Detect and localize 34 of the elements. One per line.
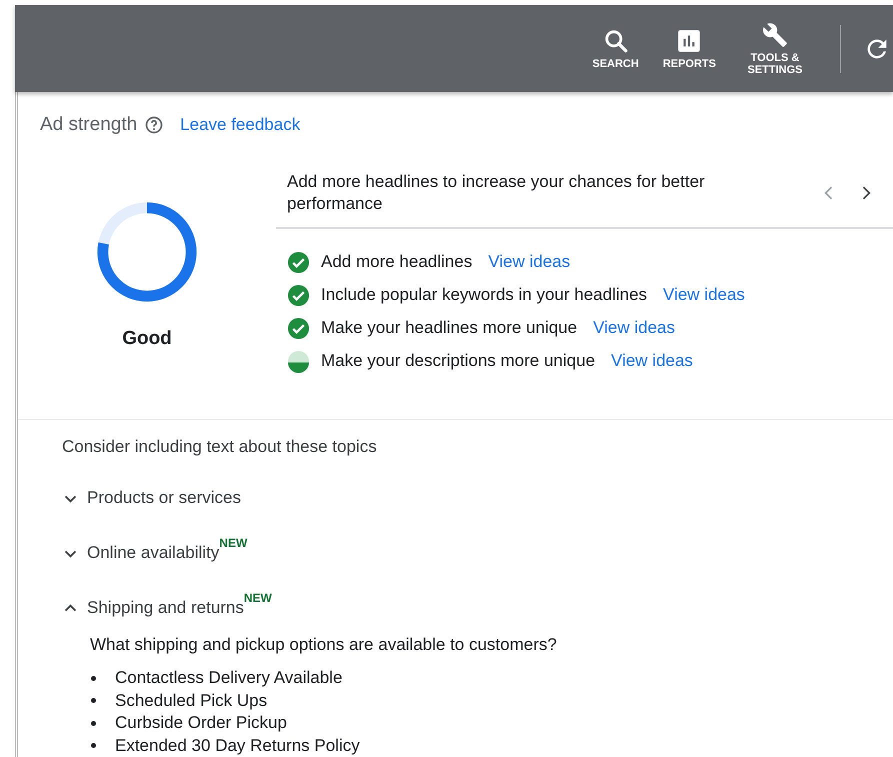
toolbar-button[interactable]: SEARCH [580,28,651,70]
new-label: NEW [219,536,248,550]
toolbar-button[interactable]: TOOLS & SETTINGS [728,22,822,76]
strength-rating: Good [122,328,172,350]
view-ideas-link[interactable]: View ideas [611,351,693,371]
view-ideas-link[interactable]: View ideas [488,252,570,272]
bar-chart-icon [676,28,702,54]
checklist-text: Include popular keywords in your headlines [321,285,648,305]
topic-title[interactable]: Online availability [87,543,220,563]
topic-question: What shipping and pickup options are available to customers? [90,635,558,655]
bullet-icon [91,720,96,726]
bullet-text: Extended 30 Day Returns Policy [115,734,360,756]
feedback-link[interactable]: Leave feedback [180,115,300,135]
bullet-text: Scheduled Pick Ups [115,690,268,712]
search-icon [602,28,629,54]
bullet-text: Contactless Delivery Available [115,667,342,689]
checklist-text: Add more headlines [321,252,472,272]
checklist-text: Make your headlines more unique [321,318,578,338]
view-ideas-link[interactable]: View ideas [593,318,676,338]
new-label: NEW [244,591,272,605]
checklist-text: Make your descriptions more unique [321,351,596,371]
bullet-text: Curbside Order Pickup [115,712,287,734]
help-icon[interactable] [144,115,164,135]
bullet-icon [91,698,96,704]
section-title: Ad strength [40,114,138,136]
suggestion-text: Add more headlines to increase your chances for better performance [287,171,706,215]
topics-intro: Consider including text about these topics [62,437,378,457]
bullet-icon [91,743,96,748]
wrench-icon [762,22,788,48]
view-ideas-link[interactable]: View ideas [663,285,745,305]
toolbar-button[interactable]: REPORTS [650,28,728,70]
topic-title[interactable]: Products or services [87,488,241,508]
topic-title[interactable]: Shipping and returns [87,598,244,618]
bullet-icon [91,676,96,681]
